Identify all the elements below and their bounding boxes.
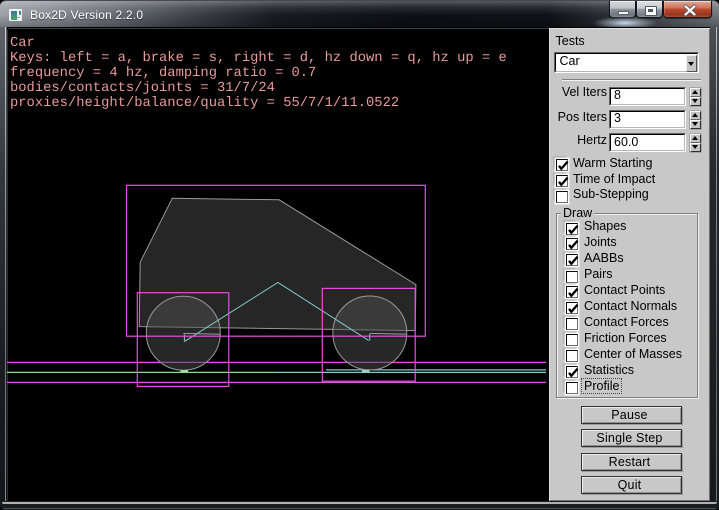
svg-text:proxies/height/balance/quality: proxies/height/balance/quality = 55/7/1/… [10,96,399,111]
svg-text:Car: Car [10,36,35,51]
svg-text:Keys: left = a, brake = s, rig: Keys: left = a, brake = s, right = d, hz… [10,51,507,66]
svg-text:frequency = 4 hz, damping rati: frequency = 4 hz, damping ratio = 0.7 [10,66,316,81]
svg-text:bodies/contacts/joints = 31/7/: bodies/contacts/joints = 31/7/24 [10,81,275,96]
